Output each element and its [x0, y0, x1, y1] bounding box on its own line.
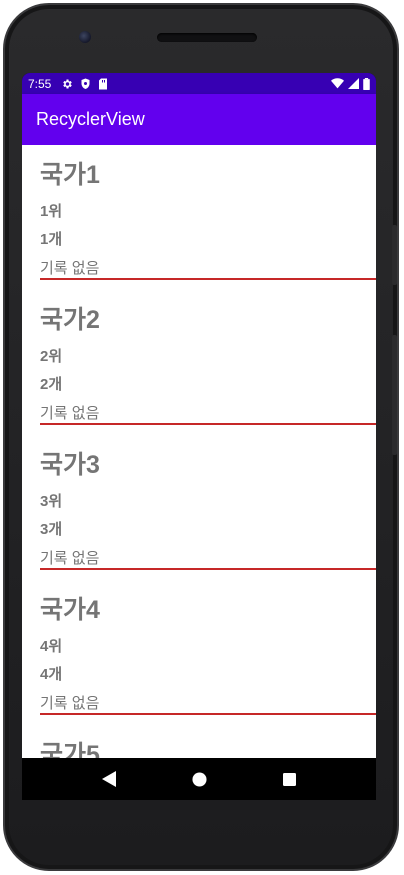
medal-count: 2개: [40, 376, 63, 393]
home-button[interactable]: [184, 764, 214, 794]
back-button[interactable]: [94, 764, 124, 794]
status-time: 7:55: [28, 76, 52, 91]
list-item[interactable]: 국가4 4위 4개 기록 없음: [40, 580, 376, 725]
app-bar-title: RecyclerView: [36, 109, 145, 129]
sd-card-icon: [99, 78, 108, 89]
list-item[interactable]: 국가1 1위 1개 기록 없음: [40, 145, 376, 290]
device-frame: 7:55 RecyclerView 국가1 1위 1개 기록 없음 국가2 2위…: [0, 0, 404, 875]
recents-button[interactable]: [274, 764, 304, 794]
medal-count: 3개: [40, 521, 63, 538]
list-item[interactable]: 국가5: [40, 725, 376, 758]
home-icon: [191, 771, 207, 787]
medal-count: 1개: [40, 231, 63, 248]
country-name: 국가5: [40, 741, 100, 758]
country-name: 국가4: [40, 596, 100, 624]
record-text: 기록 없음: [40, 550, 100, 567]
volume-button[interactable]: [392, 335, 397, 455]
shield-icon: [81, 78, 90, 89]
recycler-list[interactable]: 국가1 1위 1개 기록 없음 국가2 2위 2개 기록 없음 국가3 3위 3…: [22, 145, 376, 758]
navigation-bar: [22, 758, 376, 800]
medal-count: 4개: [40, 666, 63, 683]
earpiece-speaker: [157, 33, 257, 42]
wifi-icon: [331, 78, 344, 89]
country-rank: 4위: [40, 638, 63, 655]
record-text: 기록 없음: [40, 695, 100, 712]
item-divider: [40, 568, 376, 570]
power-button[interactable]: [392, 225, 397, 285]
front-camera-icon: [79, 31, 91, 43]
country-name: 국가1: [40, 161, 100, 189]
list-item[interactable]: 국가3 3위 3개 기록 없음: [40, 435, 376, 580]
status-bar: 7:55: [22, 73, 376, 94]
back-icon: [102, 771, 116, 787]
country-name: 국가3: [40, 451, 100, 479]
country-rank: 3위: [40, 493, 63, 510]
item-divider: [40, 278, 376, 280]
country-name: 국가2: [40, 306, 100, 334]
record-text: 기록 없음: [40, 260, 100, 277]
app-bar: RecyclerView: [22, 94, 376, 145]
record-text: 기록 없음: [40, 405, 100, 422]
item-divider: [40, 713, 376, 715]
signal-icon: [348, 78, 359, 89]
item-divider: [40, 423, 376, 425]
battery-icon: [363, 77, 370, 90]
country-rank: 2위: [40, 348, 63, 365]
country-rank: 1위: [40, 203, 63, 220]
recents-icon: [282, 772, 296, 786]
list-item[interactable]: 국가2 2위 2개 기록 없음: [40, 290, 376, 435]
screen: 7:55 RecyclerView 국가1 1위 1개 기록 없음 국가2 2위…: [22, 73, 376, 800]
gear-icon: [63, 79, 73, 88]
